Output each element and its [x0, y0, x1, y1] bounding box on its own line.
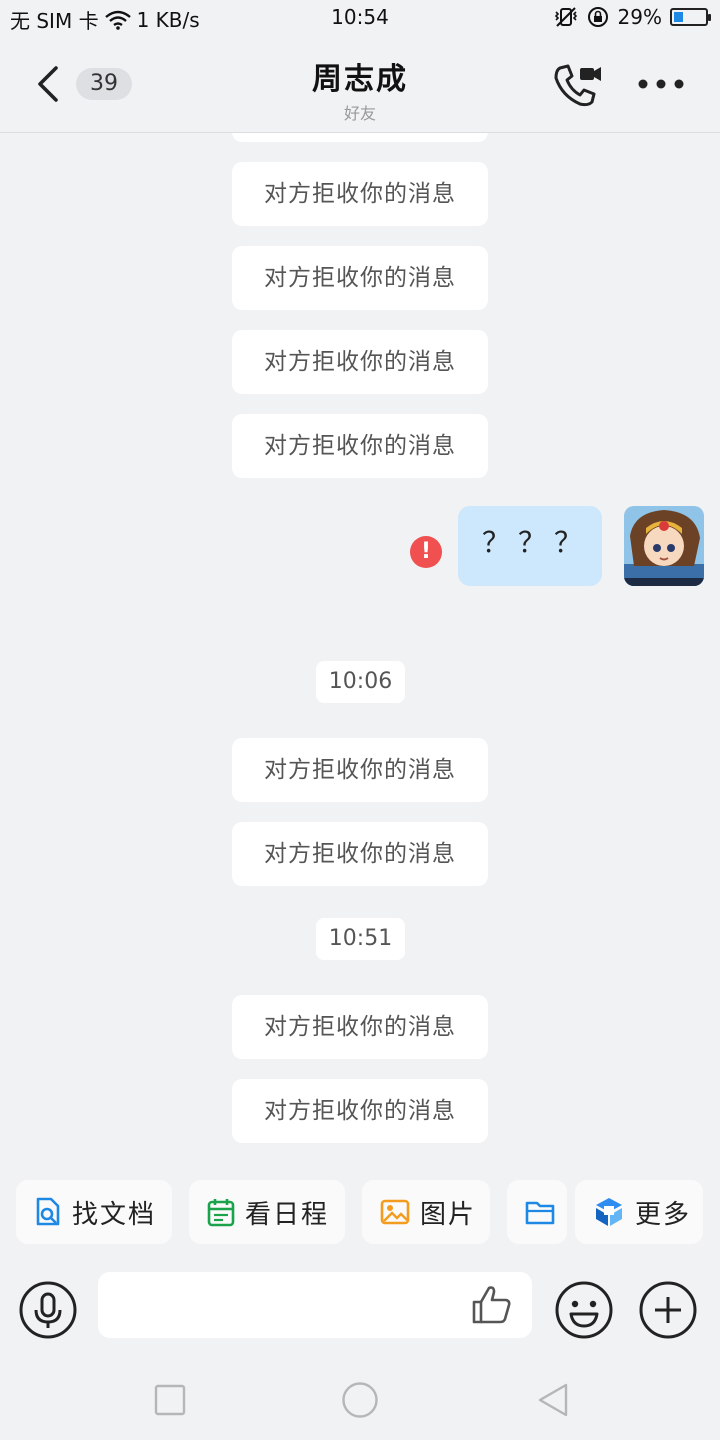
system-message: 对方拒收你的消息 — [232, 162, 488, 226]
title-block: 周志成 好友 — [0, 54, 720, 124]
find-docs-label: 找文档 — [72, 1199, 157, 1230]
doc-search-icon — [36, 1197, 60, 1226]
system-message: 对方拒收你的消息 — [232, 1079, 488, 1143]
files-button[interactable] — [507, 1180, 567, 1244]
timestamp: 10:06 — [316, 661, 405, 703]
system-message: 对方拒收你的消息 — [232, 414, 488, 478]
vibrate-off-icon — [554, 7, 577, 27]
message-input-box[interactable] — [98, 1272, 532, 1338]
battery-fill — [674, 12, 683, 22]
system-message: 对方拒收你的消息 — [232, 738, 488, 802]
pictures-label: 图片 — [420, 1199, 477, 1230]
system-message: 对方拒收你的消息 — [232, 133, 488, 142]
chat-subtitle: 好友 — [343, 104, 376, 123]
battery-percent: 29% — [617, 5, 662, 29]
error-icon[interactable]: ! — [410, 536, 442, 568]
thumb-up-icon[interactable] — [468, 1282, 514, 1328]
my-message-bubble[interactable]: ？？？ — [458, 506, 602, 586]
emoji-icon[interactable] — [554, 1280, 614, 1340]
rotation-lock-icon — [587, 7, 608, 27]
chat-header: 39 周志成 好友 — [0, 36, 720, 133]
message-list[interactable]: 对方拒收你的消息 对方拒收你的消息 对方拒收你的消息 对方拒收你的消息 对方拒收… — [0, 133, 720, 1163]
nav-square-icon[interactable] — [154, 1384, 186, 1416]
status-right: 29% — [554, 5, 711, 29]
system-message: 对方拒收你的消息 — [232, 822, 488, 886]
plus-icon[interactable] — [638, 1280, 698, 1340]
status-bar: 无 SIM 卡 1 KB/s 10:54 29% — [0, 0, 720, 36]
tencent-docs-icon — [596, 1198, 622, 1226]
nav-home-icon[interactable] — [341, 1381, 379, 1419]
system-nav-bar — [0, 1360, 720, 1440]
chat-title[interactable]: 周志成 — [0, 54, 720, 98]
calendar-icon — [207, 1199, 235, 1227]
timestamp: 10:51 — [316, 918, 405, 960]
system-message: 对方拒收你的消息 — [232, 330, 488, 394]
system-message: 对方拒收你的消息 — [232, 246, 488, 310]
more-actions-button[interactable]: 更多 — [575, 1180, 703, 1244]
more-actions-label: 更多 — [635, 1199, 692, 1230]
quick-actions-bar: 找文档 看日程 图片 更多 — [0, 1180, 720, 1246]
input-bar — [0, 1262, 720, 1352]
schedule-label: 看日程 — [245, 1199, 330, 1230]
battery-icon — [670, 8, 711, 26]
nav-back-icon[interactable] — [536, 1382, 572, 1418]
schedule-button[interactable]: 看日程 — [189, 1180, 345, 1244]
folder-icon — [525, 1201, 555, 1225]
more-icon[interactable] — [636, 72, 686, 96]
avatar[interactable] — [624, 506, 704, 586]
system-message: 对方拒收你的消息 — [232, 995, 488, 1059]
message-input[interactable] — [114, 1284, 458, 1328]
mic-icon[interactable] — [18, 1280, 78, 1340]
image-icon — [380, 1199, 410, 1225]
phone-video-icon[interactable] — [552, 62, 604, 108]
find-docs-button[interactable]: 找文档 — [16, 1180, 172, 1244]
pictures-button[interactable]: 图片 — [362, 1180, 490, 1244]
